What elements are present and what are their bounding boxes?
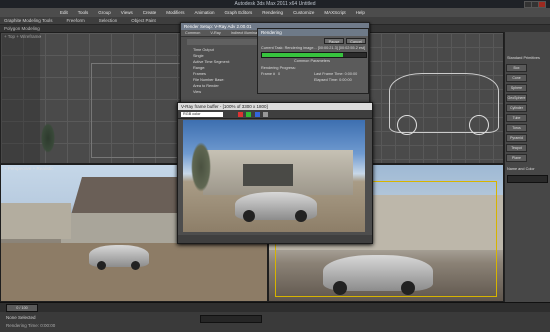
name-color-label: Name and Color xyxy=(507,167,535,171)
top-tree xyxy=(41,123,55,153)
primitive-button[interactable]: Cylinder xyxy=(506,104,527,112)
menu-bar: Edit Tools Group Views Create Modifiers Animat… xyxy=(0,8,550,17)
selection-status: None Selected xyxy=(6,315,36,320)
front-wheel-wireframe xyxy=(469,115,489,135)
frame-buffer-statusbar xyxy=(178,235,372,243)
name-field[interactable] xyxy=(507,175,548,183)
ribbon-tab[interactable]: Object Paint xyxy=(131,17,156,25)
coordinate-field[interactable] xyxy=(200,315,262,323)
car-wheel xyxy=(131,261,140,270)
car-wheel xyxy=(401,281,415,295)
title-bar: Autodesk 3ds Max 2011 x64 Untitled xyxy=(0,0,550,8)
rendering-section: Common Parameters xyxy=(294,59,331,63)
current-task-text: Current Task: Rendering image... [00:00:… xyxy=(261,46,365,50)
menu-item-modifiers[interactable]: Modifiers xyxy=(166,8,184,17)
frame-label: Frame # xyxy=(261,72,276,76)
cancel-button[interactable]: Cancel xyxy=(346,38,366,44)
garden-wall xyxy=(1,203,71,239)
render-car-wheel xyxy=(243,210,255,222)
pause-button[interactable]: Pause xyxy=(324,38,344,44)
last-frame-time: Last Frame Time: 0:00:00 xyxy=(314,72,358,76)
menu-item-graph-editors[interactable]: Graph Editors xyxy=(225,8,253,17)
ribbon-tab[interactable]: Freeform xyxy=(66,17,84,25)
ribbon-subtab[interactable]: Polygon Modeling xyxy=(4,25,40,32)
close-button[interactable] xyxy=(538,1,546,8)
frame-value: 0 xyxy=(278,72,281,76)
menu-item-create[interactable]: Create xyxy=(143,8,157,17)
render-setup-tab[interactable]: V-Ray xyxy=(210,30,220,36)
primitive-button[interactable]: Teapot xyxy=(506,144,527,152)
render-window xyxy=(243,164,293,186)
status-bar: None Selected Rendering Time: 0:00:00 xyxy=(0,312,550,332)
prompt-text: Rendering Time: 0:00:00 xyxy=(6,323,56,328)
rendering-title[interactable]: Rendering xyxy=(258,29,368,36)
menu-item-animation[interactable]: Animation xyxy=(195,8,215,17)
primitive-button[interactable]: Torus xyxy=(506,124,527,132)
house-roof xyxy=(71,177,181,215)
menu-item-views[interactable]: Views xyxy=(121,8,133,17)
time-slider-thumb[interactable]: 0 / 100 xyxy=(6,304,38,312)
rendering-progress-label: Rendering Progress: xyxy=(261,66,296,70)
car-wheel xyxy=(97,261,106,270)
primitive-button[interactable]: Pyramid xyxy=(506,134,527,142)
rendering-progress-bar xyxy=(261,52,367,58)
elapsed-time: Elapsed Time: 0:00:00 xyxy=(314,78,352,82)
front-wheel-wireframe xyxy=(397,115,417,135)
rendering-progress-fill xyxy=(262,53,344,57)
menu-item-group[interactable]: Group xyxy=(98,8,111,17)
menu-item-rendering[interactable]: Rendering xyxy=(262,8,283,17)
scene-info-panel xyxy=(0,32,40,164)
render-car-wheel xyxy=(295,210,307,222)
command-panel: Standard Primitives Box Cone Sphere GeoSphe… xyxy=(504,32,550,302)
menu-item-edit[interactable]: Edit xyxy=(60,8,68,17)
menu-item-tools[interactable]: Tools xyxy=(78,8,89,17)
frame-buffer-window[interactable]: V-Ray frame buffer - [100% of 3300 x 180… xyxy=(177,102,373,244)
render-setup-tab[interactable]: Common xyxy=(185,30,200,36)
color-channel-icons[interactable] xyxy=(238,112,270,119)
primitive-button[interactable]: Box xyxy=(506,64,527,72)
time-slider[interactable]: 0 / 100 xyxy=(0,302,550,312)
frame-buffer-toolbar: RGB color xyxy=(178,110,372,119)
command-panel-title: Standard Primitives xyxy=(507,56,540,60)
window-title: Autodesk 3ds Max 2011 x64 Untitled xyxy=(234,1,316,7)
primitive-button[interactable]: GeoSphere xyxy=(506,94,527,102)
render-tree xyxy=(191,142,211,192)
car-wheel xyxy=(333,281,347,295)
primitive-button[interactable]: Plane xyxy=(506,154,527,162)
primitive-button[interactable]: Cone xyxy=(506,74,527,82)
ribbon-tab[interactable]: Graphite Modeling Tools xyxy=(4,17,52,25)
menu-item-customize[interactable]: Customize xyxy=(293,8,314,17)
primitive-button[interactable]: Tube xyxy=(506,114,527,122)
rendered-image xyxy=(183,120,365,232)
frame-buffer-title[interactable]: V-Ray frame buffer - [100% of 3300 x 180… xyxy=(178,103,372,110)
primitive-button[interactable]: Sphere xyxy=(506,84,527,92)
ribbon-tab[interactable]: Selection xyxy=(99,17,118,25)
menu-item-help[interactable]: Help xyxy=(356,8,365,17)
menu-item-maxscript[interactable]: MAXScript xyxy=(324,8,345,17)
channel-select[interactable]: RGB color xyxy=(181,112,223,117)
viewport-persp-label[interactable]: + Perspective + Realistic xyxy=(4,166,54,171)
rendering-dialog[interactable]: Rendering Pause Cancel Current Task: Ren… xyxy=(257,28,369,94)
